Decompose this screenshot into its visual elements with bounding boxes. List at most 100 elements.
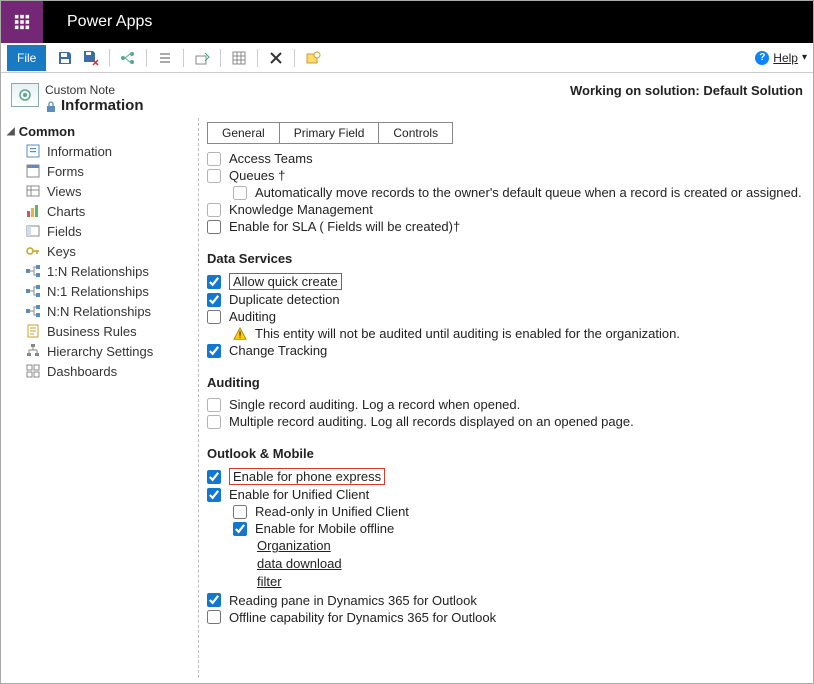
sidebar-section-common[interactable]: ◢ Common (1, 122, 198, 141)
checkbox-change-tracking[interactable] (207, 344, 221, 358)
label-sla: Enable for SLA ( Fields will be created)… (229, 219, 460, 234)
sidebar-item-label: Views (47, 184, 81, 199)
sidebar-item-label: Keys (47, 244, 76, 259)
tab-controls[interactable]: Controls (378, 122, 453, 144)
checkbox-phone-express[interactable] (207, 470, 221, 484)
publish-icon[interactable] (191, 47, 213, 69)
label-phone-express: Enable for phone express (229, 468, 385, 485)
checkbox-knowledge-management[interactable] (207, 203, 221, 217)
label-queues: Queues † (229, 168, 285, 183)
file-menu-button[interactable]: File (7, 45, 46, 71)
list-icon[interactable] (154, 47, 176, 69)
sidebar-item-label: 1:N Relationships (47, 264, 149, 279)
entity-name: Custom Note (45, 83, 144, 97)
delete-icon[interactable] (265, 47, 287, 69)
app-launcher-button[interactable] (1, 1, 43, 43)
sidebar-item-label: Dashboards (47, 364, 117, 379)
sidebar-item-label: Business Rules (47, 324, 137, 339)
checkbox-offline-outlook[interactable] (207, 610, 221, 624)
sidebar-item-keys[interactable]: Keys (1, 241, 198, 261)
sidebar-item-n-n-relationships[interactable]: N:N Relationships (1, 301, 198, 321)
label-reading-pane: Reading pane in Dynamics 365 for Outlook (229, 593, 477, 608)
sidebar-item-information[interactable]: Information (1, 141, 198, 161)
info-icon (25, 143, 41, 159)
section-data-services: Data Services (207, 251, 805, 266)
rel-icon (25, 283, 41, 299)
tab-primary-field[interactable]: Primary Field (279, 122, 380, 144)
label-quick-create: Allow quick create (229, 273, 342, 290)
label-change-tracking: Change Tracking (229, 343, 327, 358)
tabs: General Primary Field Controls (207, 122, 805, 144)
sidebar-item-n-1-relationships[interactable]: N:1 Relationships (1, 281, 198, 301)
label-readonly-uc: Read-only in Unified Client (255, 504, 409, 519)
sidebar-item-dashboards[interactable]: Dashboards (1, 361, 198, 381)
sidebar-item-label: Hierarchy Settings (47, 344, 153, 359)
entity-icon (11, 83, 39, 107)
field-icon (25, 223, 41, 239)
link-organization[interactable]: Organization (257, 537, 805, 555)
checkbox-readonly-uc[interactable] (233, 505, 247, 519)
checkbox-allow-quick-create[interactable] (207, 275, 221, 289)
lock-icon (45, 100, 57, 112)
label-km: Knowledge Management (229, 202, 373, 217)
sidebar-item-label: N:N Relationships (47, 304, 151, 319)
label-auditing: Auditing (229, 309, 276, 324)
sidebar-item-label: Charts (47, 204, 85, 219)
key-icon (25, 243, 41, 259)
warning-icon (233, 327, 247, 341)
chart-icon (25, 203, 41, 219)
sidebar-item-label: N:1 Relationships (47, 284, 149, 299)
label-dup: Duplicate detection (229, 292, 340, 307)
show-dependencies-icon[interactable] (117, 47, 139, 69)
section-outlook-mobile: Outlook & Mobile (207, 446, 805, 461)
label-audit-warning: This entity will not be audited until au… (255, 326, 680, 341)
working-on-label: Working on solution: Default Solution (570, 83, 803, 98)
checkbox-mobile-offline[interactable] (233, 522, 247, 536)
sidebar-item-hierarchy-settings[interactable]: Hierarchy Settings (1, 341, 198, 361)
label-queues-automove: Automatically move records to the owner'… (255, 185, 802, 200)
sidebar-item-forms[interactable]: Forms (1, 161, 198, 181)
sidebar-item-charts[interactable]: Charts (1, 201, 198, 221)
checkbox-queues-automove[interactable] (233, 186, 247, 200)
grid-icon[interactable] (228, 47, 250, 69)
checkbox-auditing[interactable] (207, 310, 221, 324)
sidebar-item-label: Information (47, 144, 112, 159)
help-menu[interactable]: ? Help ▾ (755, 51, 807, 65)
sidebar-item-fields[interactable]: Fields (1, 221, 198, 241)
label-mobile-offline: Enable for Mobile offline (255, 521, 394, 536)
sidebar-item-views[interactable]: Views (1, 181, 198, 201)
toolbar: File ? Help ▾ (1, 43, 813, 73)
sidebar-item-business-rules[interactable]: Business Rules (1, 321, 198, 341)
checkbox-enable-sla[interactable] (207, 220, 221, 234)
rel-icon (25, 303, 41, 319)
link-filter[interactable]: filter (257, 573, 805, 591)
checkbox-multi-audit[interactable] (207, 415, 221, 429)
help-label: Help (773, 51, 798, 65)
sidebar-item-label: Forms (47, 164, 84, 179)
sidebar: ◢ Common Information Forms Views Charts Fiel… (1, 118, 199, 678)
app-title: Power Apps (43, 13, 152, 31)
checkbox-single-audit[interactable] (207, 398, 221, 412)
chevron-down-icon: ▾ (802, 52, 807, 63)
rel-icon (25, 263, 41, 279)
sidebar-item-1-n-relationships[interactable]: 1:N Relationships (1, 261, 198, 281)
checkbox-queues[interactable] (207, 169, 221, 183)
hier-icon (25, 343, 41, 359)
checkbox-duplicate-detection[interactable] (207, 293, 221, 307)
managed-properties-icon[interactable] (302, 47, 324, 69)
save-icon[interactable] (54, 47, 76, 69)
label-single-audit: Single record auditing. Log a record whe… (229, 397, 520, 412)
help-icon: ? (755, 51, 769, 65)
label-unified: Enable for Unified Client (229, 487, 369, 502)
save-close-icon[interactable] (80, 47, 102, 69)
sidebar-item-label: Fields (47, 224, 82, 239)
link-data-download[interactable]: data download (257, 555, 805, 573)
checkbox-reading-pane[interactable] (207, 593, 221, 607)
page-title: Information (61, 97, 144, 114)
tab-general[interactable]: General (207, 122, 280, 144)
label-offline-outlook: Offline capability for Dynamics 365 for … (229, 610, 496, 625)
section-auditing: Auditing (207, 375, 805, 390)
checkbox-access-teams[interactable] (207, 152, 221, 166)
form-icon (25, 163, 41, 179)
checkbox-unified-client[interactable] (207, 488, 221, 502)
